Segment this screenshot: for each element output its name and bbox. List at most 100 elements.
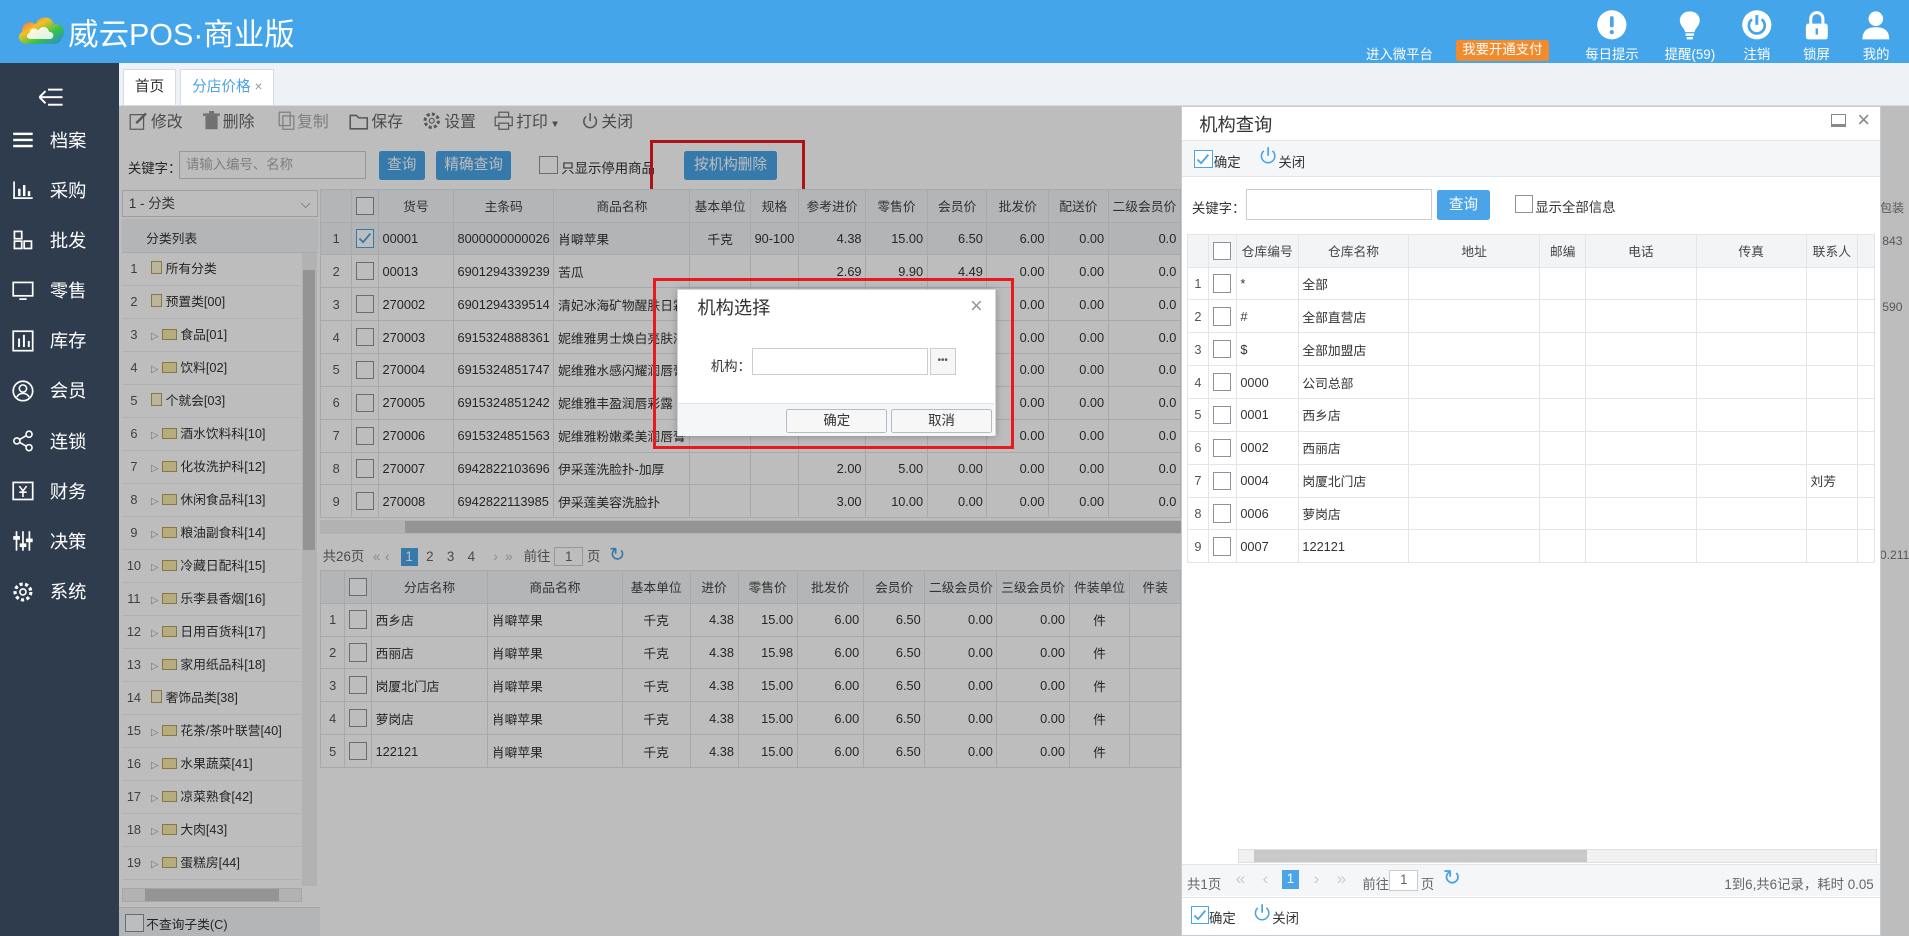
close-tab-icon[interactable]: × <box>255 79 263 94</box>
confirm-check-icon[interactable] <box>1194 149 1213 168</box>
row-checkbox[interactable] <box>1213 504 1232 523</box>
row-checkbox-cell[interactable] <box>1207 529 1237 564</box>
row-checkbox[interactable] <box>1213 372 1232 392</box>
row-checkbox-cell[interactable] <box>1207 299 1237 334</box>
org-col-header[interactable]: 联系人 <box>1805 233 1858 268</box>
row-checkbox-cell[interactable] <box>1207 398 1237 432</box>
cell-name: 萝岗店 <box>1297 496 1410 531</box>
monitor-icon <box>12 281 34 300</box>
show-all-checkbox[interactable] <box>1514 194 1533 214</box>
org-last-page-icon[interactable]: » <box>1337 869 1346 889</box>
table-row[interactable]: 9 0007 122121 <box>1187 529 1875 564</box>
table-row[interactable]: 4 0000 公司总部 <box>1187 365 1875 400</box>
org-page-input[interactable]: 1 <box>1389 870 1419 891</box>
table-row[interactable]: 7 0004 岗厦北门店 刘芳 <box>1187 463 1875 498</box>
table-row[interactable]: 6 0002 西丽店 <box>1187 430 1875 465</box>
select-all-checkbox[interactable] <box>1213 241 1232 260</box>
cell-address <box>1408 332 1541 367</box>
sidebar-item-1[interactable]: 档案 <box>0 114 119 164</box>
sidebar-item-3[interactable]: 批发 <box>0 215 119 265</box>
profile-button[interactable]: 我的 <box>1842 5 1909 62</box>
bottom-close-button[interactable]: 关闭 <box>1272 907 1299 927</box>
table-row[interactable]: 1 * 全部 <box>1187 266 1875 301</box>
cell-name: 全部直营店 <box>1297 299 1410 334</box>
minimize-icon[interactable] <box>1831 114 1846 127</box>
org-col-header[interactable] <box>1187 233 1209 268</box>
sidebar-item-label: 决策 <box>49 530 87 552</box>
sidebar-item-7[interactable]: 连锁 <box>0 415 119 465</box>
cell-code: 0000 <box>1235 365 1299 400</box>
org-refresh-icon[interactable]: ↻ <box>1443 865 1461 891</box>
tab-branch-price[interactable]: 分店价格 × <box>180 69 275 105</box>
org-prev-page-icon[interactable]: ‹ <box>1263 869 1269 889</box>
weixin-platform-link[interactable]: 进入微平台 <box>1366 43 1433 63</box>
table-row[interactable]: 5 0001 西乡店 <box>1187 398 1875 432</box>
table-row[interactable]: 2 # 全部直营店 <box>1187 299 1875 334</box>
gear-icon <box>13 581 33 601</box>
cell-phone <box>1585 496 1697 531</box>
org-query-button[interactable]: 查询 <box>1436 189 1491 221</box>
org-hscroll-thumb[interactable] <box>1253 849 1588 862</box>
org-col-header[interactable]: 邮编 <box>1539 233 1587 268</box>
open-payment-badge[interactable]: 我要开通支付 <box>1456 40 1549 61</box>
sidebar-item-5[interactable]: 库存 <box>0 315 119 365</box>
sidebar-item-2[interactable]: 采购 <box>0 165 119 215</box>
power-icon[interactable] <box>1259 146 1277 169</box>
row-checkbox-cell[interactable] <box>1207 365 1237 400</box>
tab-home[interactable]: 首页 <box>122 69 177 105</box>
org-query-close-button[interactable]: 关闭 <box>1278 151 1305 171</box>
row-checkbox-cell[interactable] <box>1207 496 1237 531</box>
org-col-header[interactable]: 传真 <box>1695 233 1807 268</box>
lock-screen-button[interactable]: 锁屏 <box>1782 5 1850 62</box>
bottom-power-icon[interactable] <box>1253 903 1271 926</box>
cell-address <box>1408 365 1541 400</box>
org-pager: 共1页 « ‹ 1 › » 前往 1 页 ↻ 1到6,共6记录，耗时 0.05 <box>1182 864 1880 897</box>
org-next-page-icon[interactable]: › <box>1314 869 1320 889</box>
reminder-button[interactable]: 提醒(59) <box>1656 5 1724 62</box>
sidebar-item-6[interactable]: 会员 <box>0 365 119 415</box>
collapse-menu-icon[interactable] <box>37 85 64 113</box>
row-checkbox[interactable] <box>1213 438 1232 457</box>
sidebar-item-label: 库存 <box>49 330 87 352</box>
sidebar-item-8[interactable]: 财务 <box>0 466 119 516</box>
org-col-header-extra <box>1856 233 1875 268</box>
sidebar-item-4[interactable]: 零售 <box>0 265 119 315</box>
org-page-1-button[interactable]: 1 <box>1282 870 1300 889</box>
org-col-header[interactable] <box>1207 233 1237 268</box>
row-checkbox[interactable] <box>1213 471 1232 490</box>
row-checkbox-cell[interactable] <box>1207 430 1237 465</box>
cell-extra <box>1856 398 1875 432</box>
tab-branch-price-label: 分店价格 <box>192 79 251 96</box>
row-checkbox[interactable] <box>1213 274 1232 293</box>
sidebar-item-10[interactable]: 系统 <box>0 566 119 616</box>
org-hscroll[interactable] <box>1238 848 1878 864</box>
row-checkbox-cell[interactable] <box>1207 463 1237 498</box>
sidebar-item-label: 批发 <box>49 229 87 251</box>
row-checkbox[interactable] <box>1213 537 1232 556</box>
row-checkbox-cell[interactable] <box>1207 332 1237 367</box>
cell-contact: 刘芳 <box>1805 463 1858 498</box>
cell-fax <box>1695 496 1807 531</box>
sidebar-item-9[interactable]: 决策 <box>0 516 119 566</box>
table-row[interactable]: 8 0006 萝岗店 <box>1187 496 1875 531</box>
row-checkbox-cell[interactable] <box>1207 266 1237 301</box>
sidebar-item-label: 档案 <box>49 129 87 151</box>
row-checkbox[interactable] <box>1213 405 1232 425</box>
row-checkbox[interactable] <box>1213 307 1232 326</box>
bottom-ok-button[interactable]: 确定 <box>1209 907 1236 927</box>
org-col-header[interactable]: 仓库名称 <box>1297 233 1410 268</box>
org-col-header[interactable]: 仓库编号 <box>1235 233 1299 268</box>
org-col-header[interactable]: 电话 <box>1585 233 1697 268</box>
bottom-confirm-check-icon[interactable] <box>1190 905 1209 924</box>
cell-phone <box>1585 299 1697 334</box>
row-checkbox[interactable] <box>1213 340 1232 359</box>
lock-screen-label: 锁屏 <box>1803 46 1830 62</box>
table-row[interactable]: 3 $ 全部加盟店 <box>1187 332 1875 367</box>
org-keyword-input[interactable] <box>1245 188 1432 221</box>
logout-button[interactable]: 注销 <box>1723 5 1791 62</box>
org-col-header[interactable]: 地址 <box>1408 233 1541 268</box>
close-panel-icon[interactable]: × <box>1857 107 1870 133</box>
daily-tip-button[interactable]: 每日提示 <box>1578 5 1646 62</box>
org-query-ok-button[interactable]: 确定 <box>1214 151 1241 171</box>
org-first-page-icon[interactable]: « <box>1236 869 1245 889</box>
